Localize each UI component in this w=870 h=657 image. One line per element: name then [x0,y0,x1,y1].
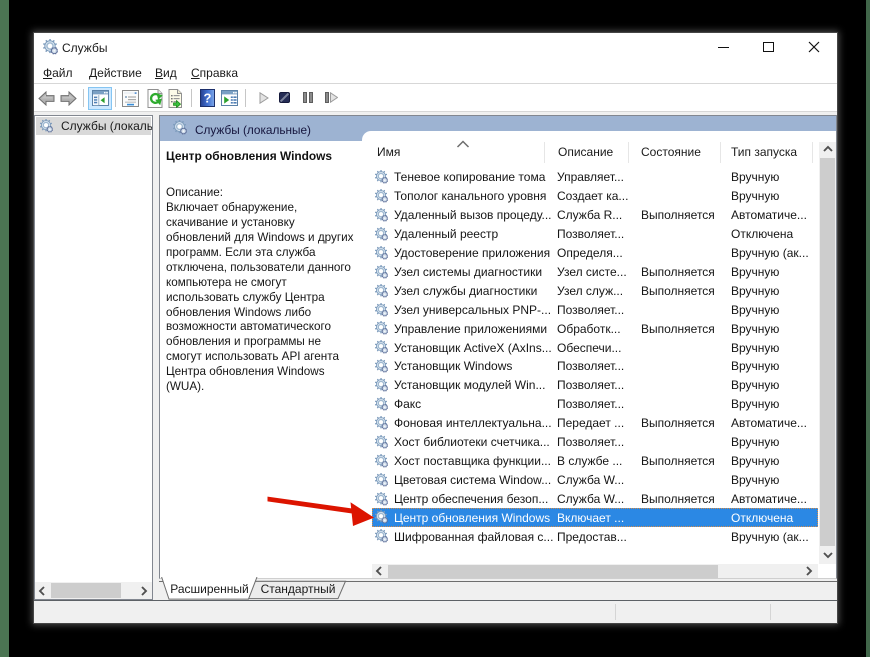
svg-text:Стандартный: Стандартный [261,582,336,596]
svg-text:Расширенный: Расширенный [170,582,249,596]
svg-text:?: ? [204,91,212,106]
